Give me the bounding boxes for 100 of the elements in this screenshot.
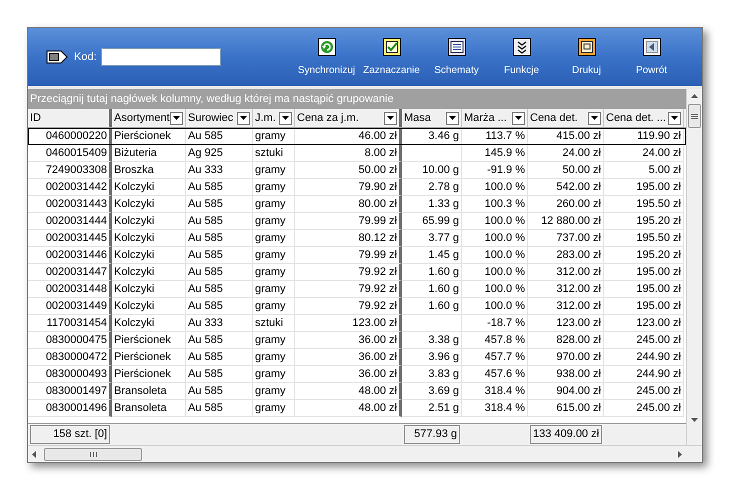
- table-row[interactable]: 0020031446 Kolczyki Au 585 gramy 79.99 zł 1.45 g 100.0 % 283.00 zł 195.20 zł: [28, 247, 686, 264]
- table-row[interactable]: 0020031445 Kolczyki Au 585 gramy 80.12 zł 3.77 g 100.0 % 737.00 zł 195.50 zł: [28, 230, 686, 247]
- table-cell-text: 2.51 g: [428, 400, 459, 416]
- table-cell-text: 1.60 g: [428, 298, 459, 314]
- column-header[interactable]: Asortyment: [112, 109, 186, 127]
- table-cell-text: gramy: [255, 128, 286, 144]
- table-cell-text: Kolczyki: [114, 282, 154, 297]
- table-cell-text: 5.00 zł: [648, 162, 681, 178]
- dropdown-button[interactable]: [384, 112, 397, 124]
- table-cell-text: 0460015409: [46, 146, 107, 161]
- caret-icon: [240, 116, 247, 120]
- table-row[interactable]: 0020031443 Kolczyki Au 585 gramy 80.00 zł 1.33 g 100.3 % 260.00 zł 195.50 zł: [28, 196, 686, 213]
- dropdown-button[interactable]: [588, 112, 601, 124]
- table-cell-text: 195.50 zł: [636, 196, 681, 212]
- scroll-thumb[interactable]: [44, 448, 142, 460]
- table-cell-text: 79.90 zł: [358, 180, 397, 195]
- table-cell-text: 3.46 g: [428, 128, 459, 144]
- table-cell-text: 46.00 zł: [358, 128, 397, 144]
- column-header[interactable]: Cena det. ...: [604, 109, 684, 127]
- table-cell-text: 0020031444: [46, 214, 107, 229]
- column-header[interactable]: Surowiec: [186, 109, 253, 127]
- table-cell-text: 312.00 zł: [556, 282, 601, 297]
- table-row[interactable]: 0830000472 Pierścionek Au 585 gramy 36.00 zł 3.96 g 457.7 % 970.00 zł 244.90 zł: [28, 349, 686, 366]
- table-cell-text: Au 585: [188, 332, 223, 348]
- scroll-up-icon[interactable]: [691, 94, 698, 98]
- table-cell-text: 1.33 g: [428, 196, 459, 212]
- table-cell-text: 113.7 %: [485, 128, 525, 144]
- dropdown-button[interactable]: [279, 112, 292, 124]
- table-row[interactable]: 0460015409 Biżuteria Ag 925 sztuki 8.00 zł 145.9 % 24.00 zł 24.00 zł: [28, 145, 686, 162]
- table-row[interactable]: 0020031447 Kolczyki Au 585 gramy 79.92 zł 1.60 g 100.0 % 312.00 zł 195.00 zł: [28, 264, 686, 281]
- scroll-right-icon[interactable]: [678, 450, 682, 458]
- column-header[interactable]: Cena za j.m.: [295, 109, 402, 127]
- table-row[interactable]: 0020031449 Kolczyki Au 585 gramy 79.92 zł 1.60 g 100.0 % 312.00 zł 195.00 zł: [28, 298, 686, 315]
- table-cell-text: 244.90 zł: [636, 366, 681, 382]
- table-cell-text: 50.00 zł: [358, 162, 397, 178]
- table-cell-text: 100.0 %: [484, 264, 525, 280]
- column-header[interactable]: Masa: [402, 109, 462, 127]
- table-cell-text: gramy: [255, 298, 286, 314]
- dropdown-button[interactable]: [446, 112, 459, 124]
- table-cell-text: Pierścionek: [114, 332, 171, 348]
- table-row[interactable]: 0460000220 Pierścionek Au 585 gramy 46.00 zł 3.46 g 113.7 % 415.00 zł 119.90 zł: [28, 128, 686, 145]
- table-row[interactable]: 0830000493 Pierścionek Au 585 gramy 36.00 zł 3.83 g 457.6 % 938.00 zł 244.90 zł: [28, 366, 686, 383]
- table-cell-text: 79.92 zł: [358, 282, 397, 297]
- back-arrow-icon: [642, 38, 660, 56]
- table-cell-text: Au 585: [188, 282, 223, 297]
- sync-arrow-icon: [318, 38, 336, 56]
- table-cell-text: gramy: [255, 214, 286, 229]
- toolbar-button[interactable]: Zaznaczanie: [359, 38, 424, 78]
- table-cell-text: Au 585: [188, 366, 223, 382]
- scroll-thumb[interactable]: [688, 104, 701, 128]
- toolbar-button[interactable]: Drukuj: [554, 38, 619, 78]
- table-cell-text: Au 585: [188, 180, 223, 195]
- table-cell-text: 0830000475: [46, 332, 107, 348]
- table-row[interactable]: 0020031444 Kolczyki Au 585 gramy 79.99 zł 65.99 g 100.0 % 12 880.00 zł 195.20 zł: [28, 213, 686, 230]
- table-cell-text: gramy: [255, 196, 286, 212]
- table-cell-text: 1170031454: [46, 316, 107, 331]
- table-cell-text: Au 585: [188, 196, 223, 212]
- table-cell-text: 0830001497: [46, 384, 107, 399]
- caret-icon: [282, 116, 289, 120]
- table-cell-text: Au 585: [188, 400, 223, 416]
- table-cell-text: Au 585: [188, 384, 223, 399]
- table-row[interactable]: 0020031442 Kolczyki Au 585 gramy 79.90 zł 2.78 g 100.0 % 542.00 zł 195.00 zł: [28, 179, 686, 196]
- toolbar-button[interactable]: Schematy: [424, 38, 489, 78]
- toolbar-button[interactable]: Funkcje: [489, 38, 554, 78]
- table-row[interactable]: 0020031448 Kolczyki Au 585 gramy 79.92 zł 1.60 g 100.0 % 312.00 zł 195.00 zł: [28, 281, 686, 298]
- code-field[interactable]: [100, 48, 221, 66]
- table-cell-text: gramy: [255, 248, 286, 263]
- table-cell-text: 48.00 zł: [358, 384, 397, 399]
- table-cell-text: Bransoleta: [114, 400, 167, 416]
- toolbar-button[interactable]: Powrót: [619, 38, 684, 78]
- dropdown-button[interactable]: [512, 112, 525, 124]
- table-cell-text: 0830000472: [46, 350, 107, 365]
- scroll-down-icon[interactable]: [691, 418, 698, 422]
- column-header[interactable]: J.m.: [253, 109, 295, 127]
- table-row[interactable]: 1170031454 Kolczyki Au 333 sztuki 123.00 zł -18.7 % 123.00 zł 123.00 zł: [28, 315, 686, 332]
- table-cell-text: 195.00 zł: [636, 180, 681, 195]
- table-cell-text: gramy: [255, 180, 286, 195]
- table-row[interactable]: 0830001496 Bransoleta Au 585 gramy 48.00 zł 2.51 g 318.4 % 615.00 zł 245.00 zł: [28, 400, 686, 417]
- table-cell-text: 36.00 zł: [358, 332, 397, 348]
- table-row[interactable]: 7249003308 Broszka Au 333 gramy 50.00 zł 10.00 g -91.9 % 50.00 zł 5.00 zł: [28, 162, 686, 179]
- column-header[interactable]: Cena det.: [528, 109, 604, 127]
- table-cell-text: 195.50 zł: [636, 230, 681, 246]
- table-cell-text: 145.9 %: [484, 146, 525, 161]
- dropdown-button[interactable]: [668, 112, 681, 124]
- scroll-left-icon[interactable]: [32, 450, 36, 458]
- column-header[interactable]: ID: [28, 109, 112, 127]
- table-cell-text: 828.00 zł: [556, 332, 601, 348]
- table-row[interactable]: 0830000475 Pierścionek Au 585 gramy 36.00 zł 3.38 g 457.8 % 828.00 zł 245.00 zł: [28, 332, 686, 349]
- table-cell-text: 3.69 g: [428, 384, 459, 399]
- table-cell-text: 457.7 %: [484, 350, 525, 365]
- toolbar-button[interactable]: Synchronizuj: [294, 38, 359, 78]
- table-cell-text: Bransoleta: [114, 384, 167, 399]
- column-header[interactable]: Marża ...: [462, 109, 528, 127]
- table-cell-text: 65.99 g: [422, 214, 459, 229]
- table-cell-text: 36.00 zł: [358, 366, 397, 382]
- table-row[interactable]: 0830001497 Bransoleta Au 585 gramy 48.00 zł 3.69 g 318.4 % 904.00 zł 245.00 zł: [28, 383, 686, 400]
- dropdown-button[interactable]: [170, 112, 183, 124]
- table-cell-text: 100.0 %: [484, 282, 525, 297]
- table-cell-text: 245.00 zł: [636, 400, 681, 416]
- dropdown-button[interactable]: [237, 112, 250, 124]
